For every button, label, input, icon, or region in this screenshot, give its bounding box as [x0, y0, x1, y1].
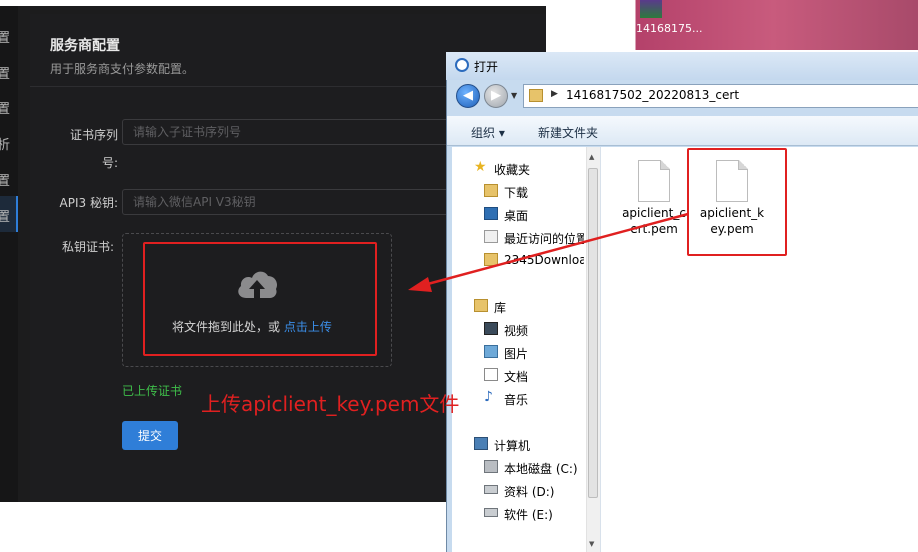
sidebar-item-4[interactable]: 析 [0, 134, 10, 153]
cert-serial-input[interactable] [122, 119, 452, 145]
downloads-folder-icon [484, 184, 498, 197]
recent-places-icon [484, 230, 498, 243]
nav-videos[interactable]: 视频 [504, 322, 528, 339]
sidebar-item-3[interactable]: 置 [0, 98, 10, 117]
video-icon [484, 322, 498, 335]
history-dropdown-icon[interactable]: ▼ [511, 91, 517, 100]
file-cert-label-1: apiclient_c [622, 206, 686, 220]
organize-button[interactable]: 组织 ▾ [471, 124, 505, 141]
page-title: 服务商配置 [50, 38, 120, 54]
path-separator-icon[interactable]: ▶ [551, 89, 558, 99]
nav-drive-e[interactable]: 软件 (E:) [504, 506, 553, 523]
scroll-up-icon[interactable]: ▲ [589, 153, 594, 161]
nav-music[interactable]: 音乐 [504, 391, 528, 408]
dialog-title-bar[interactable] [446, 52, 918, 80]
uploaded-status: 已上传证书 [122, 384, 183, 398]
library-icon [474, 299, 488, 312]
new-folder-button[interactable]: 新建文件夹 [538, 124, 598, 141]
nav-recent[interactable]: 最近访问的位置 [504, 230, 584, 247]
nav-drive-c[interactable]: 本地磁盘 (C:) [504, 460, 578, 477]
nav-libraries[interactable]: 库 [494, 299, 506, 316]
nav-pictures[interactable]: 图片 [504, 345, 528, 362]
pictures-icon [484, 345, 498, 358]
nav-documents[interactable]: 文档 [504, 368, 528, 385]
api-key-label: API3 秘钥: [59, 196, 118, 210]
sidebar-item-2[interactable]: 置 [0, 63, 10, 82]
highlight-upload-box [143, 242, 377, 356]
private-cert-label: 私钥证书: [61, 240, 114, 254]
nav-desktop[interactable]: 桌面 [504, 207, 528, 224]
desktop-icon-label: 14168175... [636, 22, 703, 35]
nav-computer[interactable]: 计算机 [494, 437, 530, 454]
drive-c-icon [484, 460, 498, 473]
cert-serial-label: 证书序列号: [69, 128, 118, 170]
file-cert-label-2: ert.pem [630, 222, 678, 236]
api-key-input[interactable] [122, 189, 452, 215]
dialog-app-icon [455, 58, 469, 72]
nav-drive-d[interactable]: 资料 (D:) [504, 483, 554, 500]
nav-scrollbar-thumb[interactable] [588, 168, 598, 498]
back-button[interactable]: ◀ [456, 84, 480, 108]
scroll-down-icon[interactable]: ▼ [589, 540, 594, 548]
nav-2345downloads[interactable]: 2345Downloads [504, 253, 584, 267]
submit-button[interactable]: 提交 [122, 421, 178, 450]
pem-file-icon[interactable] [638, 160, 670, 202]
folder-icon [529, 89, 543, 102]
documents-icon [484, 368, 498, 381]
computer-icon [474, 437, 488, 450]
music-icon: ♪ [484, 389, 493, 405]
desktop-background [556, 0, 918, 50]
dialog-title: 打开 [474, 60, 499, 74]
highlight-key-file-box [687, 148, 787, 256]
folder-icon [484, 253, 498, 266]
dialog-toolbar [447, 116, 918, 146]
file-item-cert[interactable]: apiclient_c ert.pem [618, 205, 690, 237]
sidebar-item-1[interactable]: 置 [0, 27, 10, 46]
nav-favorites[interactable]: 收藏夹 [494, 161, 530, 178]
drive-e-icon [484, 508, 498, 517]
forward-button[interactable]: ▶ [484, 84, 508, 108]
desktop-icon [484, 207, 498, 220]
drive-d-icon [484, 485, 498, 494]
nav-downloads[interactable]: 下载 [504, 184, 528, 201]
sidebar-item-6[interactable]: 置 [0, 206, 10, 225]
sidebar-item-5[interactable]: 置 [0, 170, 10, 189]
archive-file-icon[interactable] [640, 0, 662, 18]
star-icon: ★ [474, 159, 487, 175]
annotation-text: 上传apiclient_key.pem文件 [201, 392, 460, 416]
address-path[interactable]: 1416817502_20220813_cert [566, 88, 739, 102]
sidebar-active-indicator [16, 196, 18, 232]
page-subtitle: 用于服务商支付参数配置。 [50, 62, 195, 76]
